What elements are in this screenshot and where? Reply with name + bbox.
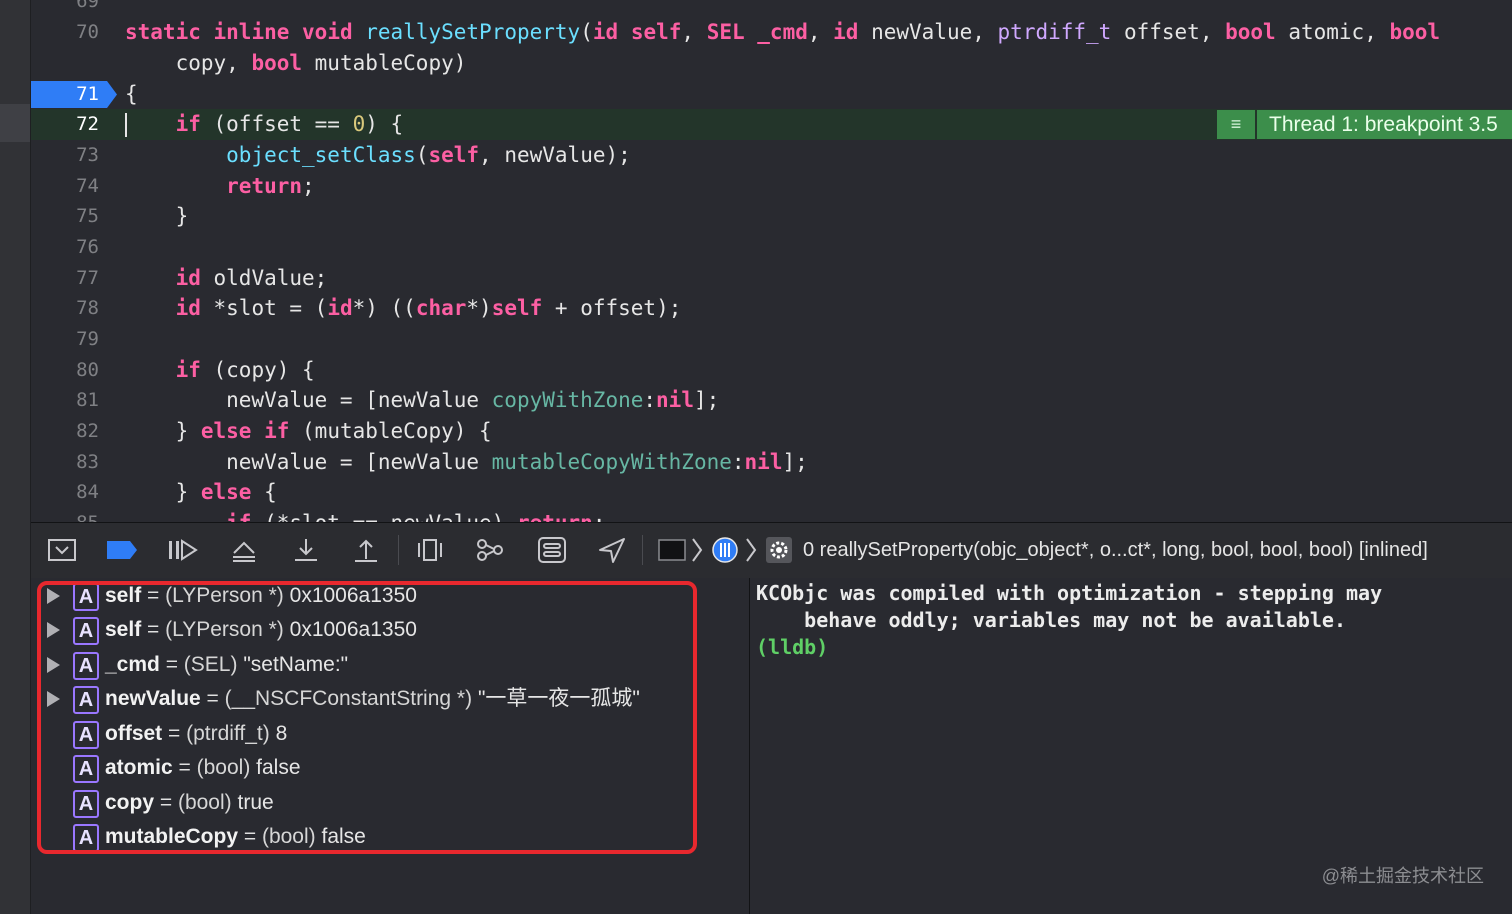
console-output: KCObjc was compiled with optimization - … (756, 580, 1382, 661)
code-line: 82 } else if (mutableCopy) { (31, 416, 1512, 447)
code-line: 83 newValue = [newValue mutableCopyWithZ… (31, 447, 1512, 478)
environment-overrides-icon[interactable] (535, 535, 569, 565)
code-text: } else if (mutableCopy) { (125, 419, 492, 443)
code-editor[interactable]: 69 70 static inline void reallySetProper… (31, 0, 1512, 522)
code-line: 70 static inline void reallySetProperty(… (31, 17, 1512, 48)
code-text: } (125, 204, 189, 228)
code-line: 79 (31, 324, 1512, 355)
code-text: if (offset == 0) { (175, 112, 404, 136)
line-number: 75 (76, 205, 99, 227)
line-number: 77 (76, 267, 99, 289)
code-text: } else { (125, 480, 277, 504)
chevron-right-icon (744, 535, 758, 565)
line-number: 80 (76, 359, 99, 381)
breakpoints-toggle-icon[interactable] (105, 535, 139, 565)
debug-console[interactable]: KCObjc was compiled with optimization - … (750, 578, 1512, 914)
frame-icon[interactable] (764, 535, 794, 565)
code-line: 80 if (copy) { (31, 355, 1512, 386)
code-line: 75 } (31, 201, 1512, 232)
code-text: object_setClass(self, newValue); (226, 143, 631, 167)
current-code-line: 72 if (offset == 0) { ≡ Thread 1: breakp… (31, 109, 1512, 140)
line-number: 69 (76, 0, 99, 12)
lldb-prompt[interactable]: (lldb) (756, 635, 828, 659)
continue-icon[interactable] (165, 535, 199, 565)
toolbar-divider (642, 535, 643, 565)
gutter-marker (0, 104, 30, 142)
code-line: 81 newValue = [newValue copyWithZone:nil… (31, 385, 1512, 416)
process-icon[interactable] (657, 535, 687, 565)
code-text: copy, bool mutableCopy) (125, 51, 467, 75)
code-text: static inline void reallySetProperty(id … (125, 20, 1441, 44)
debug-toolbar: 0 reallySetProperty(objc_object*, o...ct… (31, 522, 1512, 579)
line-number: 73 (76, 144, 99, 166)
line-number: 70 (76, 21, 99, 43)
memory-graph-icon[interactable] (473, 535, 507, 565)
line-number: 78 (76, 297, 99, 319)
stack-frame-label[interactable]: 0 reallySetProperty(objc_object*, o...ct… (803, 535, 1428, 565)
code-text: newValue = [newValue mutableCopyWithZone… (125, 450, 808, 474)
code-text: if (*slot == newValue) return; (125, 508, 605, 522)
variables-view[interactable]: A self = (LYPerson *) 0x1006a1350 A self… (31, 578, 750, 914)
code-line: 73 object_setClass(self, newValue); (31, 140, 1512, 171)
code-line: 69 (31, 0, 1512, 17)
code-line: 71 { (31, 79, 1512, 110)
line-number: 79 (76, 328, 99, 350)
code-line: 78 id *slot = (id*) ((char*)self + offse… (31, 293, 1512, 324)
code-text: id *slot = (id*) ((char*)self + offset); (175, 296, 682, 320)
line-number: 76 (76, 236, 99, 258)
breakpoint-badge[interactable]: ≡ Thread 1: breakpoint 3.5 (1217, 110, 1512, 139)
code-line: 84 } else { (31, 477, 1512, 508)
code-text: if (copy) { (175, 358, 315, 382)
code-text: newValue = [newValue copyWithZone:nil]; (125, 388, 720, 412)
thread-icon[interactable] (710, 535, 740, 565)
breakpoint-label: Thread 1: breakpoint 3.5 (1257, 110, 1512, 139)
step-into-icon[interactable] (289, 535, 323, 565)
code-line: 85 if (*slot == newValue) return; (31, 508, 1512, 522)
chevron-right-icon (690, 535, 704, 565)
code-text: return; (226, 174, 315, 198)
line-number: 85 (31, 508, 99, 522)
left-gutter-strip (0, 0, 31, 914)
line-number: 81 (76, 389, 99, 411)
code-line: copy, bool mutableCopy) (31, 48, 1512, 79)
line-number: 82 (76, 420, 99, 442)
console-line: KCObjc was compiled with optimization - … (756, 581, 1383, 605)
highlight-box (37, 581, 697, 854)
toolbar-divider (398, 535, 399, 565)
step-over-icon[interactable] (227, 535, 261, 565)
line-number: 84 (76, 481, 99, 503)
simulate-location-icon[interactable] (595, 535, 629, 565)
code-line: 76 (31, 232, 1512, 263)
watermark: @稀土掘金技术社区 (1321, 866, 1484, 886)
hide-debug-area-icon[interactable] (45, 535, 79, 565)
line-number: 72 (76, 113, 99, 135)
list-icon: ≡ (1217, 110, 1255, 139)
line-number: 83 (76, 451, 99, 473)
step-out-icon[interactable] (349, 535, 383, 565)
console-line: behave oddly; variables may not be avail… (756, 608, 1347, 632)
line-number: 74 (76, 175, 99, 197)
view-hierarchy-icon[interactable] (413, 535, 447, 565)
line-number: 71 (76, 83, 99, 105)
code-line: 74 return; (31, 171, 1512, 202)
code-text: id oldValue; (175, 266, 328, 290)
code-line: 77 id oldValue; (31, 263, 1512, 294)
code-text: { (125, 82, 138, 106)
